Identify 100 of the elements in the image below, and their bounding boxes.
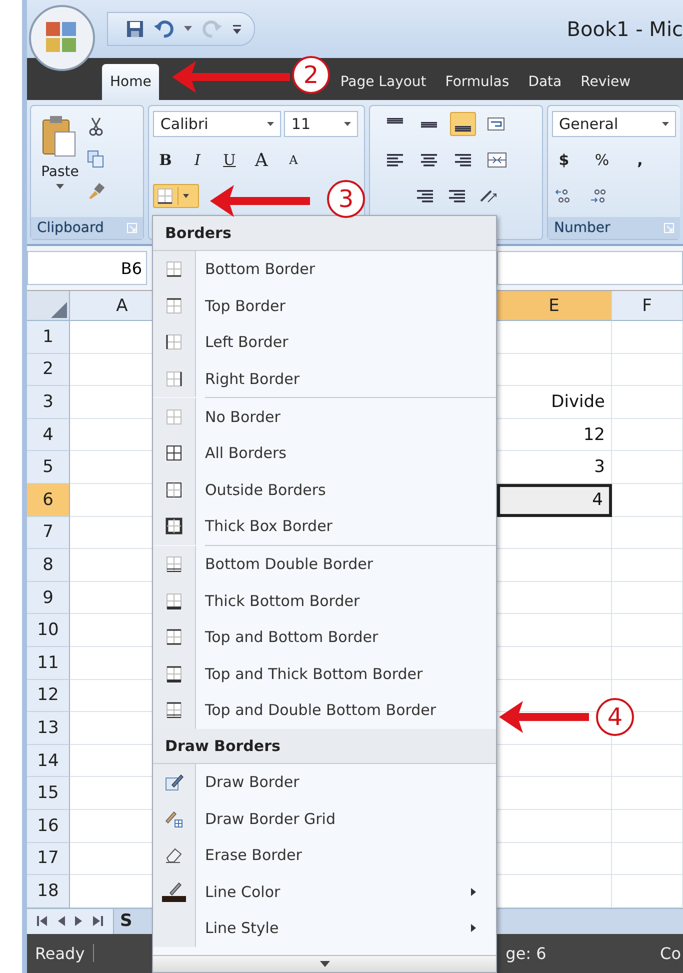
- pencil-grid-icon: [164, 808, 184, 829]
- dropdown-caret-icon: [56, 184, 64, 189]
- row-header[interactable]: 3: [27, 386, 70, 419]
- row-header[interactable]: 16: [27, 810, 70, 842]
- underline-button[interactable]: U: [217, 147, 242, 173]
- row-header[interactable]: 15: [27, 777, 70, 810]
- name-box[interactable]: B6: [27, 251, 147, 285]
- undo-icon[interactable]: [154, 20, 174, 38]
- border-icon: [165, 517, 183, 536]
- border-icon: [165, 444, 183, 462]
- eraser-icon: [164, 846, 184, 864]
- column-header[interactable]: E: [497, 291, 612, 321]
- border-icon: [165, 555, 183, 574]
- number-format-field[interactable]: General: [552, 111, 676, 137]
- menu-section-header: Borders: [153, 216, 496, 251]
- dropdown-caret-icon: [344, 122, 352, 126]
- menu-section-header: Draw Borders: [153, 728, 496, 764]
- copy-icon[interactable]: [87, 150, 105, 168]
- border-icon: [165, 664, 183, 683]
- font-size-field[interactable]: 11: [284, 111, 358, 137]
- percent-button[interactable]: %: [590, 147, 614, 173]
- ribbon-tab[interactable]: Home: [102, 64, 160, 100]
- ribbon-tab[interactable]: Data: [520, 64, 570, 100]
- group-label: Number: [554, 220, 610, 236]
- border-icon: [165, 260, 183, 278]
- table-cell: [612, 582, 683, 614]
- border-icon: [165, 408, 183, 426]
- paste-button[interactable]: Paste: [35, 110, 85, 213]
- scroll-down-icon[interactable]: [320, 961, 330, 967]
- last-sheet-icon[interactable]: [93, 915, 103, 928]
- row-header[interactable]: 18: [27, 875, 70, 908]
- table-cell: [612, 321, 683, 354]
- pencil-icon: [164, 772, 184, 792]
- customize-toolbar-icon[interactable]: [232, 23, 242, 35]
- grow-font-button[interactable]: A: [249, 147, 274, 173]
- border-icon: [165, 296, 183, 315]
- dropdown-caret-icon: [267, 122, 274, 126]
- row-header[interactable]: 13: [27, 712, 70, 745]
- ribbon-tab[interactable]: Review: [572, 64, 639, 100]
- office-button[interactable]: [28, 4, 96, 72]
- row-header[interactable]: 8: [27, 549, 70, 582]
- group-label: Clipboard: [37, 220, 104, 236]
- border-icon: [165, 333, 183, 352]
- border-icon: [165, 592, 183, 610]
- row-header[interactable]: 7: [27, 516, 70, 550]
- table-cell: [612, 810, 683, 842]
- table-cell: [612, 386, 683, 419]
- column-header[interactable]: F: [612, 291, 683, 321]
- scissors-icon[interactable]: [87, 116, 105, 136]
- border-icon: [165, 701, 183, 720]
- previous-sheet-icon[interactable]: [57, 915, 65, 928]
- pen-line-icon: [161, 880, 187, 903]
- table-cell: 4: [497, 484, 612, 517]
- table-cell: [612, 646, 683, 680]
- status-text: Co: [660, 944, 682, 963]
- comma-button[interactable]: ,: [628, 147, 652, 173]
- paintbrush-icon[interactable]: [87, 182, 105, 200]
- table-cell: [612, 614, 683, 647]
- row-header[interactable]: 10: [27, 614, 70, 647]
- vertical-align-icon[interactable]: [450, 112, 476, 136]
- dropdown-caret-icon: [662, 122, 669, 126]
- ribbon-tab[interactable]: Page Layout: [332, 64, 434, 100]
- ribbon-tab[interactable]: Formulas: [437, 64, 518, 100]
- table-cell: [612, 418, 683, 452]
- border-icon: [165, 628, 183, 646]
- table-cell: [612, 354, 683, 386]
- table-cell: [612, 516, 683, 550]
- row-header[interactable]: 12: [27, 680, 70, 712]
- border-icon: [165, 370, 183, 388]
- table-cell: [612, 549, 683, 582]
- first-sheet-icon[interactable]: [37, 915, 47, 928]
- save-icon[interactable]: [126, 20, 144, 38]
- row-header[interactable]: 14: [27, 744, 70, 778]
- border-icon: [165, 480, 183, 499]
- bold-button[interactable]: B: [153, 147, 178, 173]
- table-cell: [612, 744, 683, 778]
- borders-button[interactable]: [153, 184, 200, 208]
- status-text: ge: 6: [506, 944, 546, 963]
- sheet-tab[interactable]: S: [114, 910, 138, 932]
- row-header[interactable]: 2: [27, 354, 70, 386]
- next-sheet-icon[interactable]: [75, 915, 83, 928]
- table-cell: [612, 777, 683, 810]
- table-cell: [612, 842, 683, 876]
- row-header[interactable]: 5: [27, 451, 70, 484]
- italic-button[interactable]: I: [185, 147, 210, 173]
- font-name-field[interactable]: Calibri: [153, 111, 282, 137]
- row-header[interactable]: 17: [27, 842, 70, 876]
- table-cell: [612, 484, 683, 517]
- row-header[interactable]: 6: [27, 484, 70, 517]
- formula-field[interactable]: [497, 251, 683, 285]
- row-header[interactable]: 1: [27, 321, 70, 354]
- row-header[interactable]: 9: [27, 582, 70, 614]
- row-header[interactable]: 11: [27, 646, 70, 680]
- row-header[interactable]: 4: [27, 418, 70, 452]
- currency-button[interactable]: $: [552, 147, 576, 173]
- shrink-font-button[interactable]: A: [281, 147, 306, 173]
- table-cell: [612, 451, 683, 484]
- window-title: Book1 - Mic: [566, 17, 683, 41]
- status-text: Ready: [35, 944, 85, 963]
- dropdown-caret-icon[interactable]: [184, 26, 192, 32]
